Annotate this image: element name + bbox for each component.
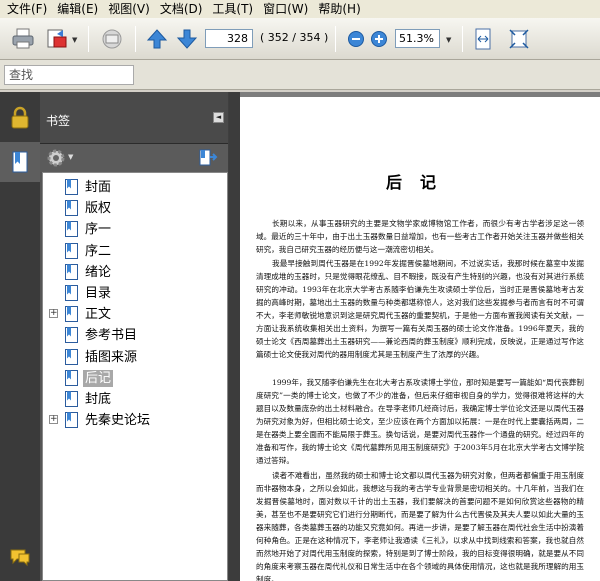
- paragraph: 1999年，我又随李伯谦先生在北大考古系攻读博士学位，那时知是要写一篇能如“周代…: [256, 378, 584, 465]
- bookmarks-panel: 书签 ◄ ▼ 封面版权序一序二绪论目录 + 正文参考书目插图来源后记封底 + 先秦史论坛: [40, 92, 240, 581]
- bookmark-item[interactable]: + 正文: [43, 304, 227, 325]
- panel-splitter[interactable]: [229, 92, 240, 581]
- document-view[interactable]: 后记 长期以来，从事玉器研究的主要是文物学家或博物馆工作者，而很少有考古学者涉足…: [240, 92, 600, 581]
- bookmark-label: 序一: [85, 222, 112, 238]
- gear-icon[interactable]: [46, 148, 66, 171]
- navigation-rail: [0, 92, 40, 581]
- options-dropdown-icon[interactable]: ▼: [68, 153, 73, 161]
- bookmark-icon: [65, 285, 78, 301]
- fit-page-icon[interactable]: [506, 26, 532, 52]
- next-page-icon[interactable]: [174, 26, 200, 52]
- bookmark-item[interactable]: 封底: [43, 389, 227, 410]
- bookmark-icon: [65, 179, 78, 195]
- mail-icon[interactable]: [99, 26, 125, 52]
- expand-toggle-icon[interactable]: +: [49, 309, 58, 319]
- bookmarks-title: 书签: [46, 114, 71, 128]
- bookmark-icon: [65, 412, 78, 429]
- menu-view[interactable]: 视图(V): [103, 0, 155, 18]
- bookmark-label: 插图来源: [85, 349, 138, 365]
- bookmark-item[interactable]: 序二: [43, 241, 227, 262]
- bookmarks-header: 书签 ◄: [40, 92, 228, 144]
- export-icon[interactable]: [44, 26, 70, 52]
- bookmark-label: 绪论: [85, 264, 112, 280]
- collapse-panel-button[interactable]: ◄: [213, 112, 224, 123]
- comments-icon[interactable]: [0, 537, 40, 577]
- menu-bar: 文件(F) 编辑(E) 视图(V) 文档(D) 工具(T) 窗口(W) 帮助(H…: [0, 0, 600, 18]
- bookmark-label: 先秦史论坛: [85, 413, 151, 429]
- menu-document[interactable]: 文档(D): [155, 0, 208, 18]
- bookmark-label: 正文: [85, 307, 112, 323]
- print-icon[interactable]: [10, 26, 36, 52]
- bookmark-label: 封底: [85, 392, 112, 407]
- toolbar: ▼ 328 ( 352 / 354 ) 51.3% ▼: [0, 18, 600, 60]
- bookmark-icon: [65, 306, 78, 323]
- paragraph: 我最早接触到周代玉器是在1992年发掘晋侯墓地期间，不过说实话，我那时候在墓室中…: [256, 259, 584, 359]
- menu-window[interactable]: 窗口(W): [258, 0, 313, 18]
- menu-file[interactable]: 文件(F): [2, 0, 52, 18]
- page-count: ( 352 / 354 ): [260, 31, 329, 44]
- zoom-input[interactable]: 51.3%: [395, 29, 440, 48]
- bookmark-item[interactable]: 后记: [43, 368, 227, 389]
- bookmark-item[interactable]: 封面: [43, 177, 227, 198]
- bookmark-icon: [65, 263, 78, 280]
- bookmark-item[interactable]: 序一: [43, 219, 227, 240]
- document-page: 后记 长期以来，从事玉器研究的主要是文物学家或博物馆工作者，而很少有考古学者涉足…: [240, 97, 600, 581]
- zoom-in-icon[interactable]: [366, 26, 392, 52]
- paragraph: 读者不难看出，虽然我的硕士和博士论文都以周代玉器为研究对象，但两者都偏重于用玉制…: [256, 471, 584, 581]
- bookmark-label: 序二: [85, 243, 112, 259]
- paragraph: 长期以来，从事玉器研究的主要是文物学家或博物馆工作者，而很少有考古学者涉足这一领…: [256, 219, 584, 254]
- bookmark-icon: [65, 348, 78, 365]
- bookmark-icon: [65, 369, 78, 386]
- bookmark-item[interactable]: + 先秦史论坛: [43, 410, 227, 431]
- fit-width-icon[interactable]: [470, 26, 496, 52]
- security-lock-icon[interactable]: [0, 98, 40, 138]
- search-input[interactable]: 查找: [4, 65, 134, 85]
- bookmark-label: 参考书目: [85, 328, 138, 344]
- bookmark-list: 封面版权序一序二绪论目录 + 正文参考书目插图来源后记封底 + 先秦史论坛: [42, 172, 228, 581]
- bookmark-label: 版权: [85, 201, 112, 217]
- expand-toggle-icon[interactable]: +: [49, 415, 58, 425]
- bookmarks-tab-icon[interactable]: [0, 142, 40, 182]
- bookmark-label: 后记: [83, 369, 114, 387]
- page-title: 后记: [385, 173, 454, 192]
- bookmark-icon: [65, 242, 78, 259]
- bookmark-item[interactable]: 目录: [43, 283, 227, 304]
- bookmarks-toolbar: ▼: [40, 144, 228, 172]
- chevron-down-icon[interactable]: ▼: [72, 36, 77, 44]
- zoom-dropdown-icon[interactable]: ▼: [446, 36, 451, 44]
- bookmark-item[interactable]: 绪论: [43, 262, 227, 283]
- page-number-input[interactable]: 328: [205, 29, 253, 48]
- bookmark-label: 封面: [85, 180, 112, 195]
- menu-tools[interactable]: 工具(T): [207, 0, 258, 18]
- bookmark-item[interactable]: 插图来源: [43, 347, 227, 368]
- bookmark-icon: [65, 221, 78, 238]
- menu-edit[interactable]: 编辑(E): [52, 0, 103, 18]
- bookmark-item[interactable]: 版权: [43, 198, 227, 219]
- bookmark-icon: [65, 200, 78, 217]
- bookmark-icon: [65, 391, 78, 407]
- menu-help[interactable]: 帮助(H): [313, 0, 365, 18]
- bookmark-icon: [65, 327, 78, 344]
- find-bar: 查找: [0, 60, 600, 90]
- previous-page-icon[interactable]: [144, 26, 170, 52]
- bookmark-item[interactable]: 参考书目: [43, 325, 227, 346]
- bookmark-label: 目录: [85, 286, 112, 301]
- expand-bookmark-icon[interactable]: [198, 148, 218, 171]
